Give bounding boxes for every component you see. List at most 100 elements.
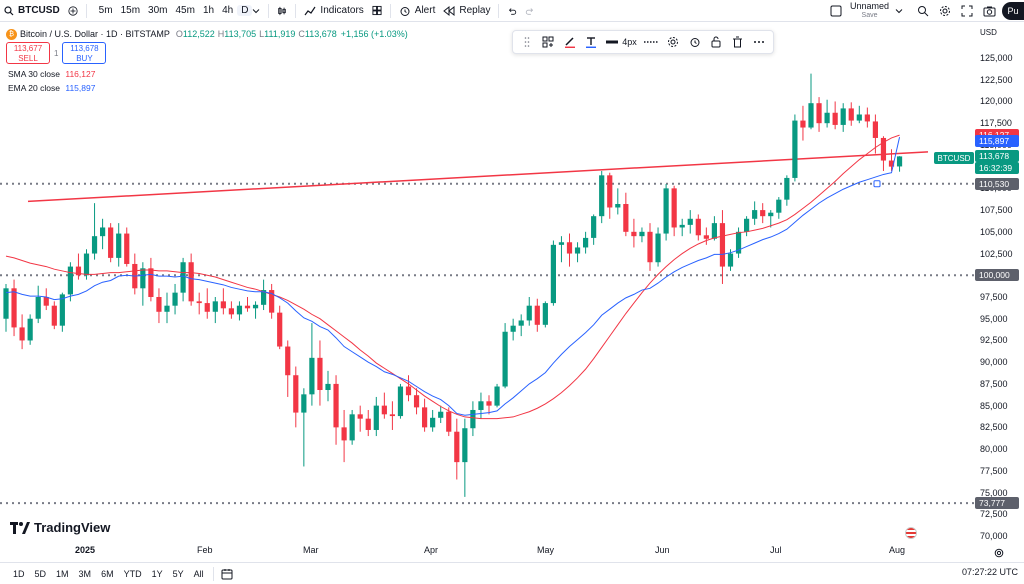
candle-body (711, 223, 717, 239)
sma-legend[interactable]: SMA 30 close 116,127 (8, 69, 95, 79)
price-chart[interactable] (0, 22, 974, 542)
us-flag-icon[interactable] (905, 527, 917, 539)
price-label: 107,500 (980, 205, 1013, 216)
price-label: 75,000 (980, 487, 1008, 498)
candle-body (510, 325, 516, 332)
alert-marker (873, 180, 881, 188)
range-all[interactable]: All (189, 569, 209, 579)
price-label: 90,000 (980, 357, 1008, 368)
range-5d[interactable]: 5D (30, 569, 52, 579)
candle-body (760, 210, 766, 217)
timeframe-4h[interactable]: 4h (218, 5, 237, 16)
go-to-date-button[interactable] (218, 565, 236, 583)
currency-label[interactable]: USD (974, 28, 1024, 37)
range-1m[interactable]: 1M (51, 569, 74, 579)
snapshot-button[interactable] (980, 2, 998, 20)
sell-button[interactable]: 113,677 SELL (6, 42, 50, 64)
ema-legend[interactable]: EMA 20 close 115,897 (8, 83, 95, 93)
range-6m[interactable]: 6M (96, 569, 119, 579)
candles-icon (278, 6, 287, 15)
price-label: 92,500 (980, 335, 1008, 346)
compare-symbol-button[interactable] (64, 2, 82, 20)
templates-button[interactable] (368, 2, 386, 20)
timeframe-5m[interactable]: 5m (95, 5, 117, 16)
alert-button[interactable]: Alert (395, 0, 440, 22)
settings-button[interactable] (936, 2, 954, 20)
price-label: 117,500 (980, 118, 1012, 129)
ema-label: EMA 20 close (8, 83, 60, 93)
timeframe-d[interactable]: D (237, 5, 253, 16)
fullscreen-button[interactable] (958, 2, 976, 20)
indicators-button[interactable]: Indicators (300, 0, 367, 22)
line-width-button[interactable]: 4px (603, 37, 640, 47)
lock-button[interactable] (706, 32, 726, 52)
chart-pane[interactable] (0, 22, 1024, 562)
layout-name: Unnamed (850, 1, 890, 11)
range-1y[interactable]: 1Y (147, 569, 168, 579)
layout-menu[interactable]: Unnamed Save (830, 0, 903, 22)
candle-body (317, 357, 323, 390)
tradingview-logo[interactable]: TradingView (10, 520, 110, 535)
range-3m[interactable]: 3M (74, 569, 97, 579)
candle-body (518, 320, 524, 326)
timeframe-30m[interactable]: 30m (144, 5, 171, 16)
redo-button[interactable] (521, 2, 539, 20)
candle-body (454, 431, 460, 463)
candle-body (204, 303, 210, 312)
symbol-legend: ₿ Bitcoin / U.S. Dollar · 1D · BITSTAMP … (6, 28, 408, 40)
candle-body (864, 114, 870, 122)
undo-button[interactable] (503, 2, 521, 20)
drawing-toolbar: 4px (512, 30, 774, 54)
candle-body (494, 386, 500, 406)
line-style-button[interactable] (642, 32, 662, 52)
range-5y[interactable]: 5Y (168, 569, 189, 579)
chevron-down-icon[interactable] (252, 7, 260, 15)
settings-button[interactable] (663, 32, 683, 52)
delete-button[interactable] (728, 32, 748, 52)
candle-body (405, 386, 412, 396)
range-ytd[interactable]: YTD (119, 569, 147, 579)
symbol-search[interactable]: BTCUSD (0, 0, 64, 22)
price-label: 120,000 (980, 96, 1013, 107)
chart-type-button[interactable] (273, 2, 291, 20)
buy-button[interactable]: 113,678 BUY (62, 42, 107, 64)
candle-body (11, 288, 17, 328)
template-button[interactable] (539, 32, 559, 52)
candle-body (840, 108, 846, 125)
candle-body (816, 103, 822, 124)
price-label: 102,500 (980, 248, 1013, 259)
utc-clock[interactable]: 07:27:22 UTC (962, 567, 1018, 577)
bottom-toolbar: 1D 5D 1M 3M 6M YTD 1Y 5Y All (0, 562, 1024, 584)
undo-icon (509, 7, 517, 15)
range-1d[interactable]: 1D (8, 569, 30, 579)
axis-settings-button[interactable] (994, 545, 1004, 563)
sma-label: SMA 30 close (8, 69, 60, 79)
replay-button[interactable]: Replay (439, 0, 494, 22)
candle-body (671, 188, 677, 228)
candle-body (502, 331, 508, 387)
candle-body (719, 223, 726, 267)
candle-body (768, 212, 774, 217)
candle-body (800, 120, 806, 128)
lock-icon (711, 36, 721, 48)
candle-body (776, 199, 782, 213)
candle-body (655, 233, 661, 263)
timeframe-1h[interactable]: 1h (199, 5, 218, 16)
more-button[interactable] (749, 32, 769, 52)
sma-value: 116,127 (65, 69, 96, 79)
drag-handle[interactable] (517, 32, 537, 52)
symbol-title[interactable]: Bitcoin / U.S. Dollar · 1D · BITSTAMP (20, 29, 170, 39)
timeframe-45m[interactable]: 45m (171, 5, 198, 16)
avatar[interactable]: Pu (1002, 2, 1024, 20)
candle-body (156, 297, 162, 312)
text-color-button[interactable] (582, 32, 602, 52)
price-scale[interactable]: USD 125,000122,500120,000117,500115,0001… (974, 22, 1024, 562)
time-axis[interactable]: 2025 Feb Mar Apr May Jun Jul Aug (0, 542, 974, 558)
candle-body (856, 114, 862, 121)
timeframe-15m[interactable]: 15m (117, 5, 144, 16)
line-color-button[interactable] (560, 32, 580, 52)
add-alert-button[interactable] (685, 32, 705, 52)
more-dots-icon (754, 41, 765, 43)
quick-search-button[interactable] (914, 2, 932, 20)
change-value: +1,156 (+1.03%) (340, 29, 408, 39)
